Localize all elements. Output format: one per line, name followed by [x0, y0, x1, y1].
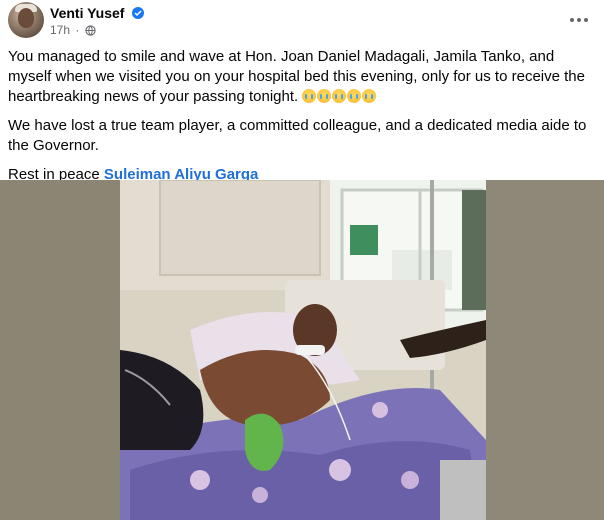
post-meta: 17h ·: [50, 23, 96, 39]
paragraph-text: We have lost a true team player, a commi…: [8, 117, 587, 154]
crying-emoji-icon: [317, 89, 332, 103]
more-dot: [577, 18, 581, 22]
meta-separator: ·: [75, 23, 80, 37]
post-paragraph: We have lost a true team player, a commi…: [8, 116, 593, 156]
hospital-bed-photo: [0, 180, 604, 520]
author-line: Venti Yusef: [50, 5, 145, 21]
more-dot: [584, 18, 588, 22]
paragraph-text: You managed to smile and wave at Hon. Jo…: [8, 48, 585, 105]
crying-emoji-icon: [302, 89, 317, 103]
post-paragraph: You managed to smile and wave at Hon. Jo…: [8, 47, 593, 107]
emoji-row: [302, 88, 377, 105]
author-name[interactable]: Venti Yusef: [50, 5, 124, 21]
avatar-face: [18, 8, 34, 28]
crying-emoji-icon: [362, 89, 377, 103]
post-header: Venti Yusef 17h ·: [0, 0, 604, 42]
author-avatar[interactable]: [8, 2, 44, 38]
facebook-post: Venti Yusef 17h · You managed to smile a…: [0, 0, 604, 520]
post-time[interactable]: 17h: [50, 23, 70, 37]
more-dot: [570, 18, 574, 22]
crying-emoji-icon: [347, 89, 362, 103]
post-photo[interactable]: [0, 180, 604, 520]
globe-icon: [85, 25, 96, 39]
post-text: You managed to smile and wave at Hon. Jo…: [8, 47, 593, 194]
crying-emoji-icon: [332, 89, 347, 103]
more-options-icon[interactable]: [568, 10, 590, 30]
verified-badge-icon: [132, 7, 145, 19]
